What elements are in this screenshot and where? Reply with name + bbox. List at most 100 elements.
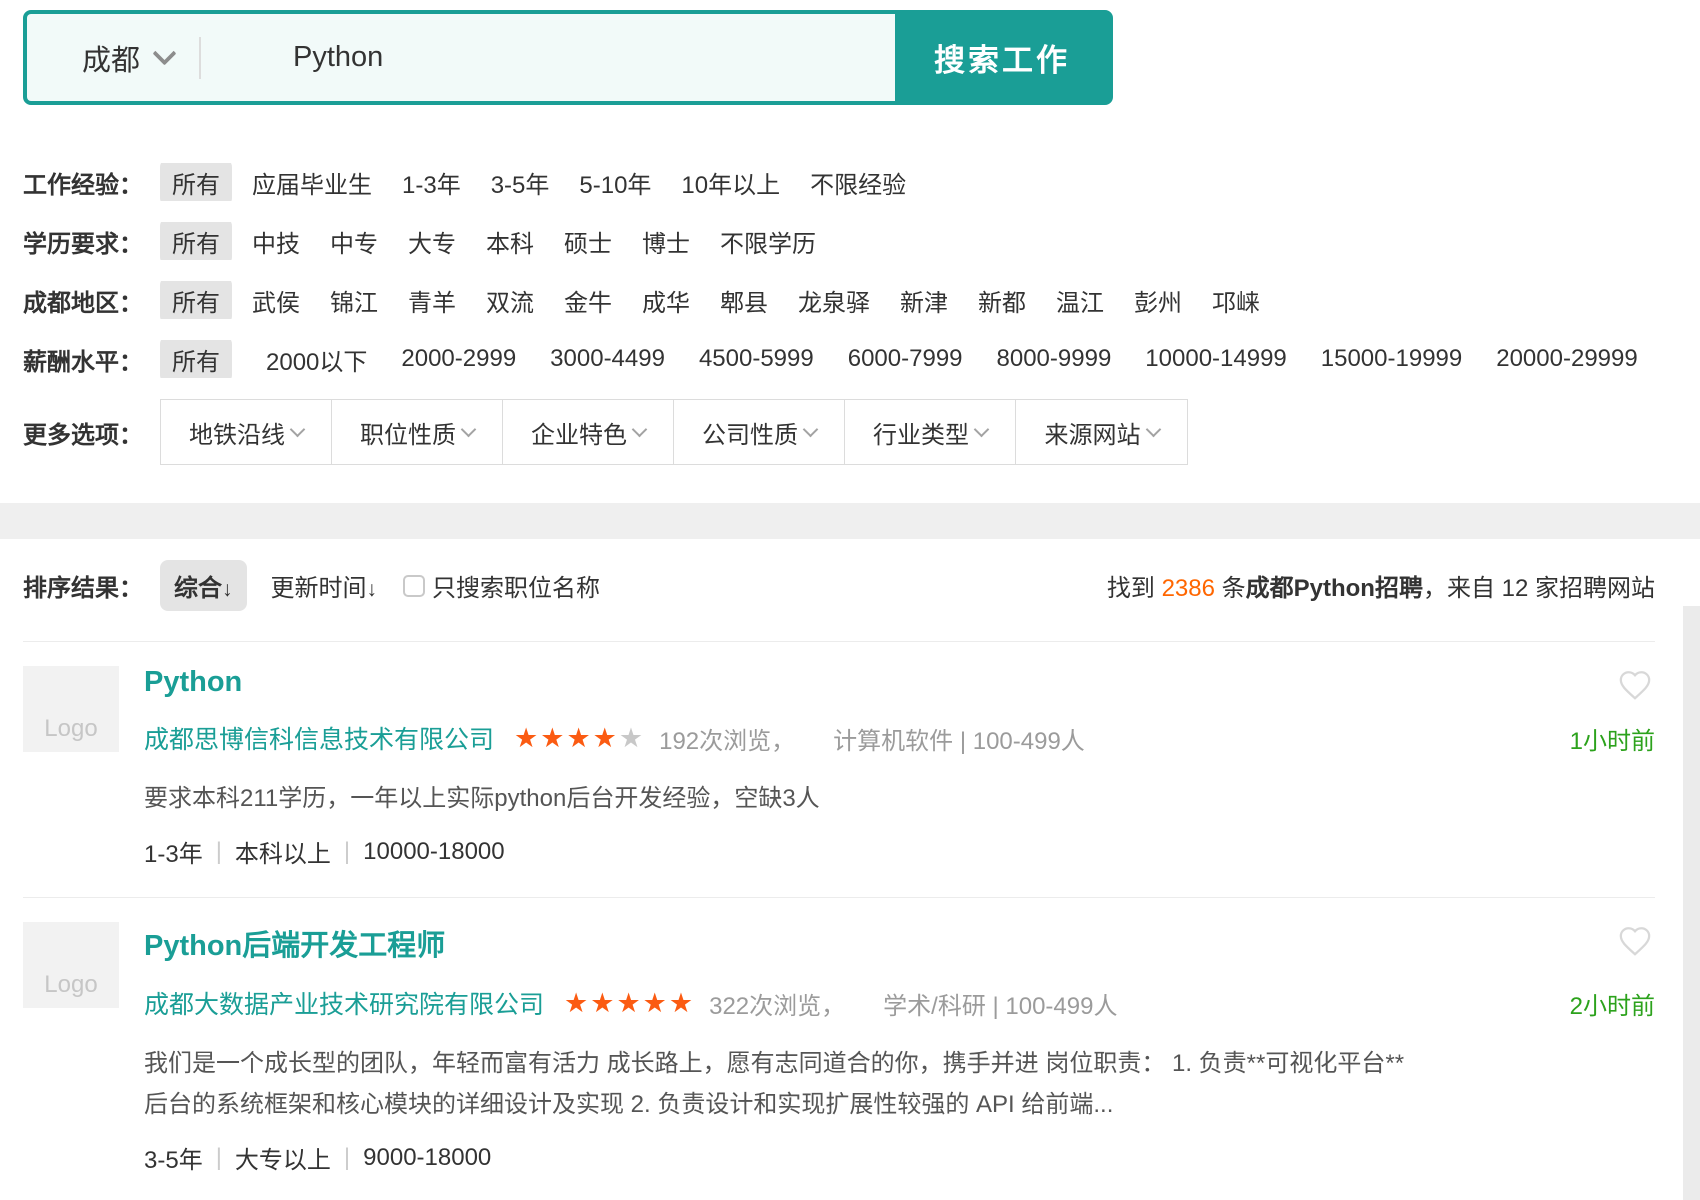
view-count: 322次浏览，: [709, 986, 845, 1021]
meta-value: 10000-18000: [363, 838, 504, 866]
sort-option-update-time[interactable]: 更新时间↓: [271, 568, 378, 603]
rating-stars: ★★★★★: [514, 723, 645, 754]
filter-option[interactable]: 20000-29999: [1496, 345, 1637, 373]
star-filled-icon: ★: [616, 988, 642, 1018]
filter-label: 成都地区：: [23, 283, 160, 318]
dropdown-企业特色[interactable]: 企业特色: [503, 400, 674, 464]
filter-option[interactable]: 成华: [642, 283, 690, 318]
filter-option[interactable]: 15000-19999: [1321, 345, 1462, 373]
filter-option[interactable]: 6000-7999: [848, 345, 963, 373]
dropdown-公司性质[interactable]: 公司性质: [674, 400, 845, 464]
job-description-line: 后台的系统框架和核心模块的详细设计及实现 2. 负责设计和实现扩展性较强的 AP…: [144, 1084, 1544, 1125]
meta-value: 3-5年: [144, 1140, 203, 1175]
filter-option[interactable]: 所有: [160, 163, 232, 201]
dropdown-行业类型[interactable]: 行业类型: [845, 400, 1016, 464]
filter-option[interactable]: 中专: [330, 224, 378, 259]
search-bar: 成都 搜索工作: [23, 10, 1113, 105]
meta-value: 9000-18000: [363, 1144, 491, 1172]
title-only-checkbox-label[interactable]: 只搜索职位名称: [432, 568, 600, 603]
filter-option[interactable]: 新都: [978, 283, 1026, 318]
sort-option-comprehensive[interactable]: 综合↓: [160, 560, 247, 611]
result-count: 2386: [1162, 575, 1215, 602]
filter-option[interactable]: 所有: [160, 222, 232, 260]
title-only-checkbox[interactable]: [403, 575, 425, 597]
city-selector[interactable]: 成都: [27, 37, 173, 79]
favorite-heart-icon[interactable]: [1617, 668, 1653, 707]
filter-option[interactable]: 10000-14999: [1145, 345, 1286, 373]
filter-option[interactable]: 4500-5999: [699, 345, 814, 373]
search-input-area: 成都: [27, 14, 895, 101]
result-summary: 找到 2386 条成都Python招聘，来自 12 家招聘网站: [1107, 568, 1655, 603]
filter-option[interactable]: 3000-4499: [550, 345, 665, 373]
filter-option[interactable]: 彭州: [1134, 283, 1182, 318]
chevron-down-icon: [290, 421, 306, 437]
filter-option[interactable]: 锦江: [330, 283, 378, 318]
sort-row: 排序结果： 综合↓ 更新时间↓ 只搜索职位名称 找到 2386 条成都Pytho…: [23, 560, 1655, 611]
more-options-label: 更多选项：: [23, 415, 160, 450]
star-filled-icon: ★: [514, 723, 540, 753]
star-filled-icon: ★: [564, 988, 590, 1018]
filter-option[interactable]: 1-3年: [402, 165, 461, 200]
filter-label: 学历要求：: [23, 224, 160, 259]
company-name-link[interactable]: 成都思博信科信息技术有限公司: [144, 720, 494, 756]
job-meta: 1-3年|本科以上|10000-18000: [144, 834, 1655, 869]
section-divider-band: [0, 503, 1700, 539]
star-empty-icon: ★: [619, 723, 645, 753]
search-input[interactable]: [201, 41, 895, 74]
filter-option[interactable]: 武侯: [252, 283, 300, 318]
filter-option[interactable]: 10年以上: [681, 165, 780, 200]
filter-option[interactable]: 所有: [160, 281, 232, 319]
sort-label: 排序结果：: [23, 568, 160, 603]
filter-option[interactable]: 博士: [642, 224, 690, 259]
scrollbar[interactable]: [1683, 606, 1700, 1200]
dropdown-地铁沿线[interactable]: 地铁沿线: [161, 400, 332, 464]
filter-option[interactable]: 温江: [1056, 283, 1104, 318]
view-count: 192次浏览，: [659, 721, 795, 756]
filter-option[interactable]: 2000-2999: [401, 345, 516, 373]
filter-option[interactable]: 8000-9999: [997, 345, 1112, 373]
filter-option[interactable]: 所有: [160, 340, 232, 378]
star-filled-icon: ★: [643, 988, 669, 1018]
dropdown-来源网站[interactable]: 来源网站: [1016, 400, 1187, 464]
filter-option[interactable]: 郫县: [720, 283, 768, 318]
job-title-link[interactable]: Python: [144, 666, 242, 699]
filter-option[interactable]: 2000以下: [266, 342, 367, 377]
filter-option[interactable]: 硕士: [564, 224, 612, 259]
dropdown-职位性质[interactable]: 职位性质: [332, 400, 503, 464]
filter-option[interactable]: 龙泉驿: [798, 283, 870, 318]
filter-option[interactable]: 5-10年: [579, 165, 651, 200]
chevron-down-icon: [803, 421, 819, 437]
dropdown-label: 职位性质: [360, 415, 456, 450]
posted-time: 2小时前: [1570, 986, 1655, 1021]
company-logo-placeholder: Logo: [23, 666, 119, 752]
arrow-down-icon: ↓: [367, 578, 378, 601]
dropdown-label: 企业特色: [531, 415, 627, 450]
filter-option[interactable]: 本科: [486, 224, 534, 259]
filter-option[interactable]: 双流: [486, 283, 534, 318]
dropdown-label: 公司性质: [702, 415, 798, 450]
chevron-down-icon: [974, 421, 990, 437]
filter-option[interactable]: 大专: [408, 224, 456, 259]
dropdown-label: 行业类型: [873, 415, 969, 450]
job-description: 我们是一个成长型的团队，年轻而富有活力 成长路上，愿有志同道合的你，携手并进 岗…: [144, 1043, 1544, 1125]
search-button[interactable]: 搜索工作: [895, 14, 1109, 101]
filter-option[interactable]: 金牛: [564, 283, 612, 318]
filter-option[interactable]: 新津: [900, 283, 948, 318]
filter-option[interactable]: 不限学历: [720, 224, 816, 259]
job-title-link[interactable]: Python后端开发工程师: [144, 922, 445, 964]
filter-option[interactable]: 不限经验: [810, 165, 906, 200]
filter-row: 学历要求：所有中技中专大专本科硕士博士不限学历: [23, 222, 1700, 260]
more-options-row: 更多选项： 地铁沿线职位性质 企业特色 公司性质 行业类型 来源网站: [23, 399, 1700, 465]
filter-option[interactable]: 3-5年: [491, 165, 550, 200]
filter-option[interactable]: 应届毕业生: [252, 165, 372, 200]
favorite-heart-icon[interactable]: [1617, 924, 1653, 963]
filter-label: 工作经验：: [23, 165, 160, 200]
star-filled-icon: ★: [593, 723, 619, 753]
meta-value: 1-3年: [144, 834, 203, 869]
star-filled-icon: ★: [540, 723, 566, 753]
company-name-link[interactable]: 成都大数据产业技术研究院有限公司: [144, 985, 544, 1021]
filter-option[interactable]: 邛崃: [1212, 283, 1260, 318]
filter-option[interactable]: 青羊: [408, 283, 456, 318]
filter-option[interactable]: 中技: [252, 224, 300, 259]
filter-row: 工作经验：所有应届毕业生 1-3年 3-5年 5-10年 10年以上不限经验: [23, 163, 1700, 201]
